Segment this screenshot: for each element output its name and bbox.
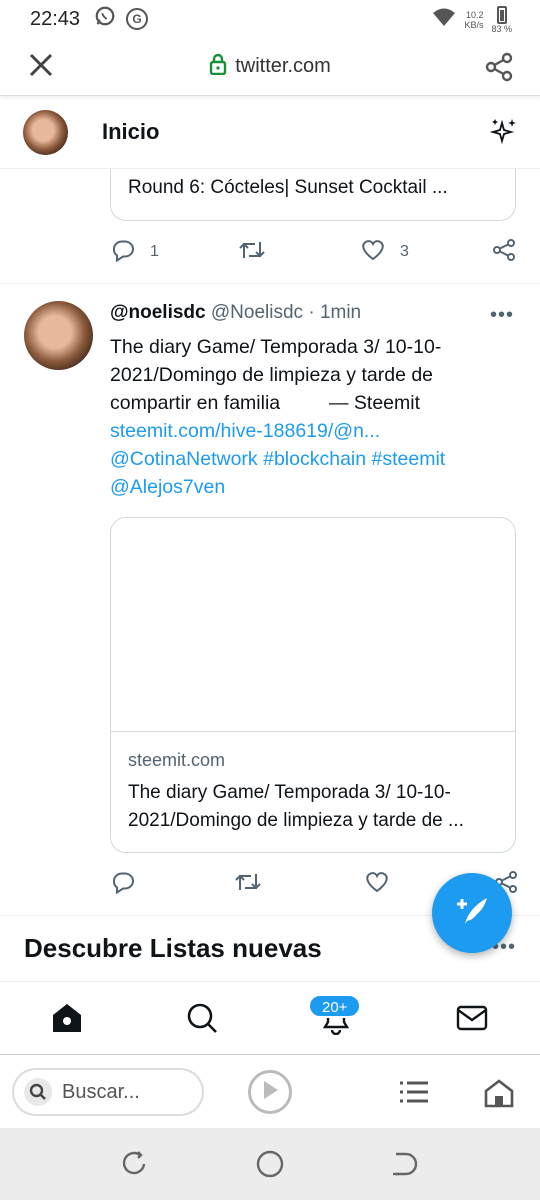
home-icon[interactable]: [484, 1078, 514, 1113]
tweet-text-fragment: compartir en familia: [110, 392, 281, 414]
retweet-button[interactable]: [238, 238, 266, 267]
author-handle: @Noelisdc: [210, 302, 304, 323]
tweet-divider: [0, 283, 540, 284]
previous-link-card[interactable]: Round 6: Cócteles| Sunset Cocktail ...: [110, 169, 516, 221]
notifications-badge: 20+: [308, 994, 362, 1018]
lock-icon: [209, 53, 227, 81]
compose-tweet-button[interactable]: [432, 873, 512, 953]
author-avatar[interactable]: [24, 301, 93, 370]
user-avatar[interactable]: [23, 110, 68, 155]
reply-button[interactable]: [110, 870, 136, 899]
tweet-time: 1min: [319, 302, 362, 323]
previous-card-title: Round 6: Cócteles| Sunset Cocktail ...: [128, 177, 448, 198]
page-title: Inicio: [102, 119, 160, 144]
like-button[interactable]: [364, 870, 390, 899]
play-icon: [260, 1079, 280, 1106]
wifi-icon: [432, 7, 456, 33]
status-time: 22:43: [30, 7, 81, 30]
like-button[interactable]: 3: [360, 238, 409, 267]
url-text: twitter.com: [235, 55, 331, 77]
mention-link[interactable]: @Alejos7ven: [110, 476, 225, 498]
net-speed-value: 10.2: [465, 10, 484, 20]
browser-bottom-bar: Buscar...: [0, 1056, 540, 1128]
retweet-icon: [238, 238, 266, 267]
heart-icon: [364, 870, 390, 899]
menu-list-icon[interactable]: [398, 1078, 430, 1111]
card-title-line: 2021/Domingo de limpieza y tarde de ...: [128, 810, 464, 831]
search-placeholder: Buscar...: [62, 1080, 140, 1103]
timeline-header: Inicio: [0, 97, 540, 169]
search-icon: [24, 1078, 52, 1106]
tweet-text-line: compartir en familia — Steemit: [110, 389, 520, 417]
battery-icon: [496, 6, 507, 24]
nav-home[interactable]: [49, 1002, 85, 1038]
link-preview-card[interactable]: steemit.com The diary Game/ Temporada 3/…: [110, 517, 516, 853]
nav-messages[interactable]: [454, 1002, 490, 1038]
heart-icon: [360, 238, 386, 267]
author-name[interactable]: @noelisdc: [110, 302, 206, 323]
reply-count: 1: [150, 243, 159, 260]
search-icon: [185, 1001, 219, 1040]
system-navigation-bar: [0, 1128, 540, 1200]
card-image: [111, 518, 515, 732]
recent-apps-icon[interactable]: [120, 1150, 148, 1183]
share-tweet-button[interactable]: [492, 238, 516, 267]
tweet-text: The diary Game/ Temporada 3/ 10-10- 2021…: [110, 333, 520, 501]
reply-icon: [110, 238, 136, 267]
share-icon: [492, 238, 516, 267]
home-button-icon[interactable]: [256, 1150, 284, 1183]
close-icon[interactable]: [28, 52, 54, 81]
net-speed-unit: KB/s: [464, 20, 484, 30]
previous-tweet-actions: 1 3: [110, 237, 520, 267]
browser-search-input[interactable]: Buscar...: [12, 1068, 204, 1116]
tweet-text-line: 2021/Domingo de limpieza y tarde de: [110, 364, 434, 386]
sparkle-icon[interactable]: [489, 117, 518, 150]
network-speed: 10.2 KB/s: [464, 10, 483, 30]
retweet-button[interactable]: [234, 870, 262, 899]
mail-icon: [455, 1001, 489, 1040]
twitter-bottom-nav: 20+: [0, 981, 540, 1055]
card-domain: steemit.com: [128, 750, 226, 770]
hashtag-link[interactable]: #blockchain: [263, 448, 366, 470]
home-icon: [50, 1001, 84, 1040]
status-bar: 22:43 G 10.2 KB/s 83 %: [0, 0, 540, 38]
battery-level: 83 %: [491, 24, 512, 34]
url-bar[interactable]: twitter.com: [209, 53, 331, 81]
tweet-header: @noelisdc @Noelisdc · 1min: [110, 302, 361, 324]
more-options-icon[interactable]: •••: [490, 304, 514, 327]
discover-lists-title: Descubre Listas nuevas: [24, 933, 322, 963]
retweet-icon: [234, 870, 262, 899]
whatsapp-icon: [94, 5, 116, 33]
feather-plus-icon: [451, 890, 493, 937]
g-app-icon: G: [126, 8, 149, 30]
back-icon[interactable]: [390, 1150, 418, 1183]
tweet-text-line: The diary Game/ Temporada 3/ 10-10-: [110, 336, 442, 358]
like-count: 3: [400, 243, 409, 260]
card-title-line: The diary Game/ Temporada 3/ 10-10-: [128, 782, 451, 803]
nav-search[interactable]: [184, 1002, 220, 1038]
hashtag-link[interactable]: #steemit: [372, 448, 446, 470]
header-separator: ·: [308, 302, 315, 323]
reply-button[interactable]: 1: [110, 238, 159, 267]
tweet-link[interactable]: steemit.com/hive-188619/@n...: [110, 420, 380, 442]
browser-toolbar: twitter.com: [0, 38, 540, 96]
play-button[interactable]: [248, 1070, 292, 1114]
mention-link[interactable]: @CotinaNetwork: [110, 448, 258, 470]
battery-indicator: 83 %: [491, 6, 512, 34]
share-icon[interactable]: [484, 52, 514, 87]
reply-icon: [110, 870, 136, 899]
tweet-text-fragment: — Steemit: [328, 392, 421, 414]
card-title: The diary Game/ Temporada 3/ 10-10- 2021…: [111, 771, 515, 835]
